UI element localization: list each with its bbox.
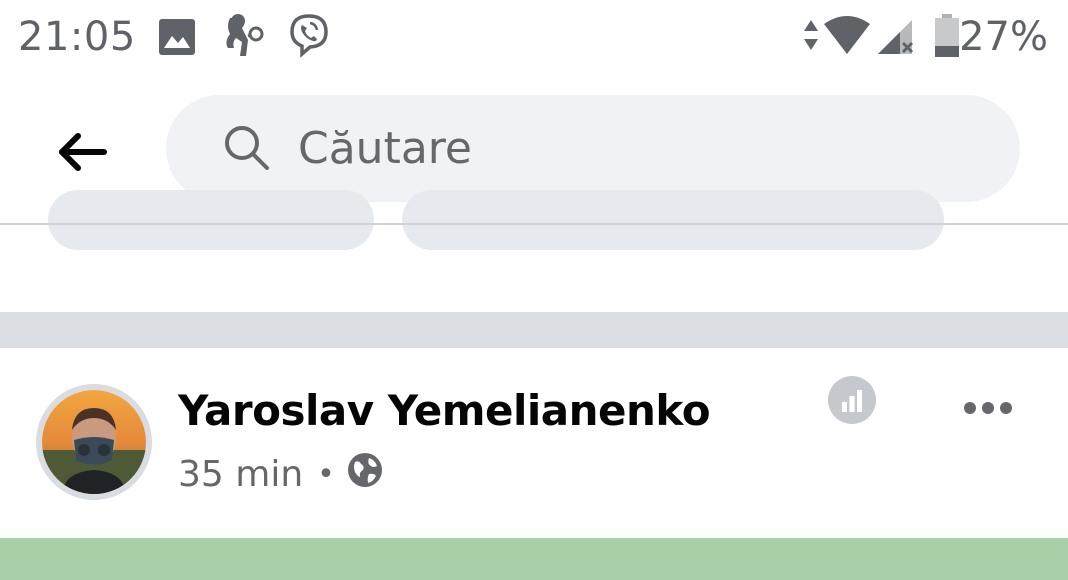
image-icon bbox=[158, 18, 196, 61]
filter-chip[interactable] bbox=[48, 190, 374, 250]
post-header: Yaroslav Yemelianenko 35 min • bbox=[0, 348, 1068, 538]
status-time: 21:05 bbox=[18, 14, 136, 60]
post-time[interactable]: 35 min bbox=[178, 454, 303, 495]
avatar[interactable] bbox=[36, 384, 152, 500]
search-input[interactable]: Căutare bbox=[166, 95, 1020, 202]
more-options-button[interactable] bbox=[956, 388, 1020, 428]
cell-signal-icon bbox=[876, 16, 916, 61]
filter-chip[interactable] bbox=[402, 190, 944, 250]
avatar-photo bbox=[42, 390, 146, 494]
page: 21:05 27% Căutare Yaroslav Yemelianenko … bbox=[0, 0, 1068, 580]
status-bar: 21:05 27% bbox=[0, 0, 1068, 76]
stats-button[interactable] bbox=[828, 376, 876, 424]
meta-separator: • bbox=[317, 457, 335, 492]
bar-chart-icon bbox=[842, 390, 862, 412]
notification-figure-icon bbox=[218, 12, 266, 65]
battery-icon bbox=[934, 14, 960, 63]
header-divider bbox=[0, 223, 1068, 225]
back-button[interactable] bbox=[50, 120, 114, 184]
post-meta: 35 min • bbox=[178, 452, 383, 497]
globe-icon[interactable] bbox=[347, 452, 383, 497]
battery-percent: 27% bbox=[959, 14, 1048, 60]
more-dots-icon bbox=[964, 402, 1012, 414]
author-name[interactable]: Yaroslav Yemelianenko bbox=[178, 386, 711, 435]
back-arrow-icon bbox=[59, 133, 107, 171]
data-arrows-icon bbox=[802, 18, 820, 57]
post-image[interactable] bbox=[0, 538, 1068, 580]
section-divider bbox=[0, 312, 1068, 348]
viber-icon bbox=[286, 12, 332, 63]
search-placeholder: Căutare bbox=[298, 123, 472, 174]
wifi-icon bbox=[822, 14, 872, 61]
search-icon bbox=[222, 123, 272, 178]
